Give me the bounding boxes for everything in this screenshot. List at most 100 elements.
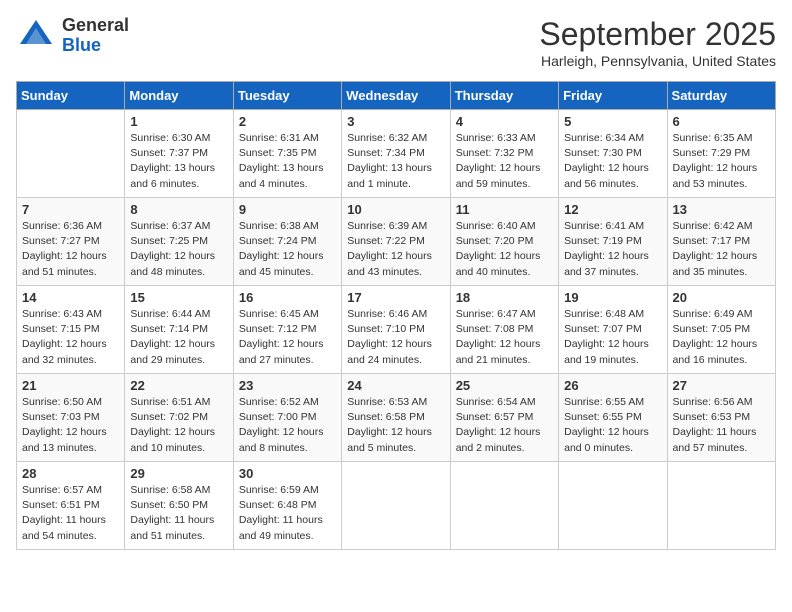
day-info: Sunrise: 6:39 AMSunset: 7:22 PMDaylight:…	[347, 219, 444, 280]
day-info: Sunrise: 6:42 AMSunset: 7:17 PMDaylight:…	[673, 219, 770, 280]
week-row-3: 14 Sunrise: 6:43 AMSunset: 7:15 PMDayligh…	[17, 286, 776, 374]
day-number: 5	[564, 114, 661, 129]
calendar-cell: 21 Sunrise: 6:50 AMSunset: 7:03 PMDayligh…	[17, 374, 125, 462]
day-number: 11	[456, 202, 553, 217]
day-info: Sunrise: 6:48 AMSunset: 7:07 PMDaylight:…	[564, 307, 661, 368]
calendar-cell	[559, 462, 667, 550]
calendar-cell: 28 Sunrise: 6:57 AMSunset: 6:51 PMDayligh…	[17, 462, 125, 550]
day-info: Sunrise: 6:36 AMSunset: 7:27 PMDaylight:…	[22, 219, 119, 280]
location: Harleigh, Pennsylvania, United States	[539, 53, 776, 69]
calendar-cell: 13 Sunrise: 6:42 AMSunset: 7:17 PMDayligh…	[667, 198, 775, 286]
day-info: Sunrise: 6:46 AMSunset: 7:10 PMDaylight:…	[347, 307, 444, 368]
day-info: Sunrise: 6:44 AMSunset: 7:14 PMDaylight:…	[130, 307, 227, 368]
day-info: Sunrise: 6:43 AMSunset: 7:15 PMDaylight:…	[22, 307, 119, 368]
day-number: 29	[130, 466, 227, 481]
day-number: 22	[130, 378, 227, 393]
day-number: 21	[22, 378, 119, 393]
day-header-tuesday: Tuesday	[233, 82, 341, 110]
calendar-cell: 25 Sunrise: 6:54 AMSunset: 6:57 PMDayligh…	[450, 374, 558, 462]
day-number: 2	[239, 114, 336, 129]
day-header-wednesday: Wednesday	[342, 82, 450, 110]
calendar-cell: 22 Sunrise: 6:51 AMSunset: 7:02 PMDayligh…	[125, 374, 233, 462]
calendar-cell: 9Sunrise: 6:38 AMSunset: 7:24 PMDaylight…	[233, 198, 341, 286]
calendar-cell: 16 Sunrise: 6:45 AMSunset: 7:12 PMDayligh…	[233, 286, 341, 374]
day-number: 10	[347, 202, 444, 217]
day-number: 25	[456, 378, 553, 393]
day-info: Sunrise: 6:34 AMSunset: 7:30 PMDaylight:…	[564, 131, 661, 192]
day-header-thursday: Thursday	[450, 82, 558, 110]
calendar-cell: 19 Sunrise: 6:48 AMSunset: 7:07 PMDayligh…	[559, 286, 667, 374]
calendar-cell: 20Sunrise: 6:49 AMSunset: 7:05 PMDayligh…	[667, 286, 775, 374]
day-number: 28	[22, 466, 119, 481]
day-number: 19	[564, 290, 661, 305]
day-number: 26	[564, 378, 661, 393]
day-info: Sunrise: 6:59 AMSunset: 6:48 PMDaylight:…	[239, 483, 336, 544]
day-number: 30	[239, 466, 336, 481]
day-number: 23	[239, 378, 336, 393]
month-title: September 2025	[539, 16, 776, 53]
day-info: Sunrise: 6:32 AMSunset: 7:34 PMDaylight:…	[347, 131, 444, 192]
week-row-4: 21 Sunrise: 6:50 AMSunset: 7:03 PMDayligh…	[17, 374, 776, 462]
day-info: Sunrise: 6:58 AMSunset: 6:50 PMDaylight:…	[130, 483, 227, 544]
title-block: September 2025 Harleigh, Pennsylvania, U…	[539, 16, 776, 69]
day-info: Sunrise: 6:33 AMSunset: 7:32 PMDaylight:…	[456, 131, 553, 192]
day-number: 20	[673, 290, 770, 305]
day-number: 12	[564, 202, 661, 217]
calendar-cell: 11Sunrise: 6:40 AMSunset: 7:20 PMDayligh…	[450, 198, 558, 286]
day-number: 13	[673, 202, 770, 217]
calendar-cell	[667, 462, 775, 550]
day-info: Sunrise: 6:30 AMSunset: 7:37 PMDaylight:…	[130, 131, 227, 192]
calendar-cell: 5 Sunrise: 6:34 AMSunset: 7:30 PMDaylight…	[559, 110, 667, 198]
day-info: Sunrise: 6:35 AMSunset: 7:29 PMDaylight:…	[673, 131, 770, 192]
day-number: 17	[347, 290, 444, 305]
calendar-cell: 17 Sunrise: 6:46 AMSunset: 7:10 PMDayligh…	[342, 286, 450, 374]
day-number: 9	[239, 202, 336, 217]
week-row-5: 28 Sunrise: 6:57 AMSunset: 6:51 PMDayligh…	[17, 462, 776, 550]
calendar-cell: 18Sunrise: 6:47 AMSunset: 7:08 PMDayligh…	[450, 286, 558, 374]
day-number: 4	[456, 114, 553, 129]
day-info: Sunrise: 6:41 AMSunset: 7:19 PMDaylight:…	[564, 219, 661, 280]
day-number: 14	[22, 290, 119, 305]
day-info: Sunrise: 6:51 AMSunset: 7:02 PMDaylight:…	[130, 395, 227, 456]
day-number: 8	[130, 202, 227, 217]
calendar-cell: 27Sunrise: 6:56 AMSunset: 6:53 PMDayligh…	[667, 374, 775, 462]
calendar-table: SundayMondayTuesdayWednesdayThursdayFrid…	[16, 81, 776, 550]
calendar-cell: 8Sunrise: 6:37 AMSunset: 7:25 PMDaylight…	[125, 198, 233, 286]
day-number: 27	[673, 378, 770, 393]
calendar-cell: 29 Sunrise: 6:58 AMSunset: 6:50 PMDayligh…	[125, 462, 233, 550]
day-info: Sunrise: 6:50 AMSunset: 7:03 PMDaylight:…	[22, 395, 119, 456]
week-row-2: 7 Sunrise: 6:36 AMSunset: 7:27 PMDaylight…	[17, 198, 776, 286]
calendar-cell	[17, 110, 125, 198]
calendar-cell: 12 Sunrise: 6:41 AMSunset: 7:19 PMDayligh…	[559, 198, 667, 286]
calendar-cell: 23 Sunrise: 6:52 AMSunset: 7:00 PMDayligh…	[233, 374, 341, 462]
calendar-cell: 24 Sunrise: 6:53 AMSunset: 6:58 PMDayligh…	[342, 374, 450, 462]
day-info: Sunrise: 6:53 AMSunset: 6:58 PMDaylight:…	[347, 395, 444, 456]
calendar-cell	[342, 462, 450, 550]
logo-text: General Blue	[62, 16, 129, 56]
day-header-monday: Monday	[125, 82, 233, 110]
day-number: 7	[22, 202, 119, 217]
day-number: 24	[347, 378, 444, 393]
day-info: Sunrise: 6:55 AMSunset: 6:55 PMDaylight:…	[564, 395, 661, 456]
calendar-cell: 14 Sunrise: 6:43 AMSunset: 7:15 PMDayligh…	[17, 286, 125, 374]
day-number: 6	[673, 114, 770, 129]
calendar-cell: 26 Sunrise: 6:55 AMSunset: 6:55 PMDayligh…	[559, 374, 667, 462]
day-number: 16	[239, 290, 336, 305]
day-number: 1	[130, 114, 227, 129]
page-header: General Blue September 2025 Harleigh, Pe…	[16, 16, 776, 69]
logo-icon	[16, 16, 56, 56]
calendar-cell: 15 Sunrise: 6:44 AMSunset: 7:14 PMDayligh…	[125, 286, 233, 374]
day-info: Sunrise: 6:31 AMSunset: 7:35 PMDaylight:…	[239, 131, 336, 192]
day-number: 3	[347, 114, 444, 129]
day-number: 15	[130, 290, 227, 305]
day-info: Sunrise: 6:54 AMSunset: 6:57 PMDaylight:…	[456, 395, 553, 456]
calendar-cell: 3 Sunrise: 6:32 AMSunset: 7:34 PMDaylight…	[342, 110, 450, 198]
day-info: Sunrise: 6:52 AMSunset: 7:00 PMDaylight:…	[239, 395, 336, 456]
day-number: 18	[456, 290, 553, 305]
day-info: Sunrise: 6:45 AMSunset: 7:12 PMDaylight:…	[239, 307, 336, 368]
calendar-cell: 4 Sunrise: 6:33 AMSunset: 7:32 PMDaylight…	[450, 110, 558, 198]
calendar-cell: 10 Sunrise: 6:39 AMSunset: 7:22 PMDayligh…	[342, 198, 450, 286]
calendar-cell: 1 Sunrise: 6:30 AMSunset: 7:37 PMDaylight…	[125, 110, 233, 198]
day-header-sunday: Sunday	[17, 82, 125, 110]
day-info: Sunrise: 6:57 AMSunset: 6:51 PMDaylight:…	[22, 483, 119, 544]
